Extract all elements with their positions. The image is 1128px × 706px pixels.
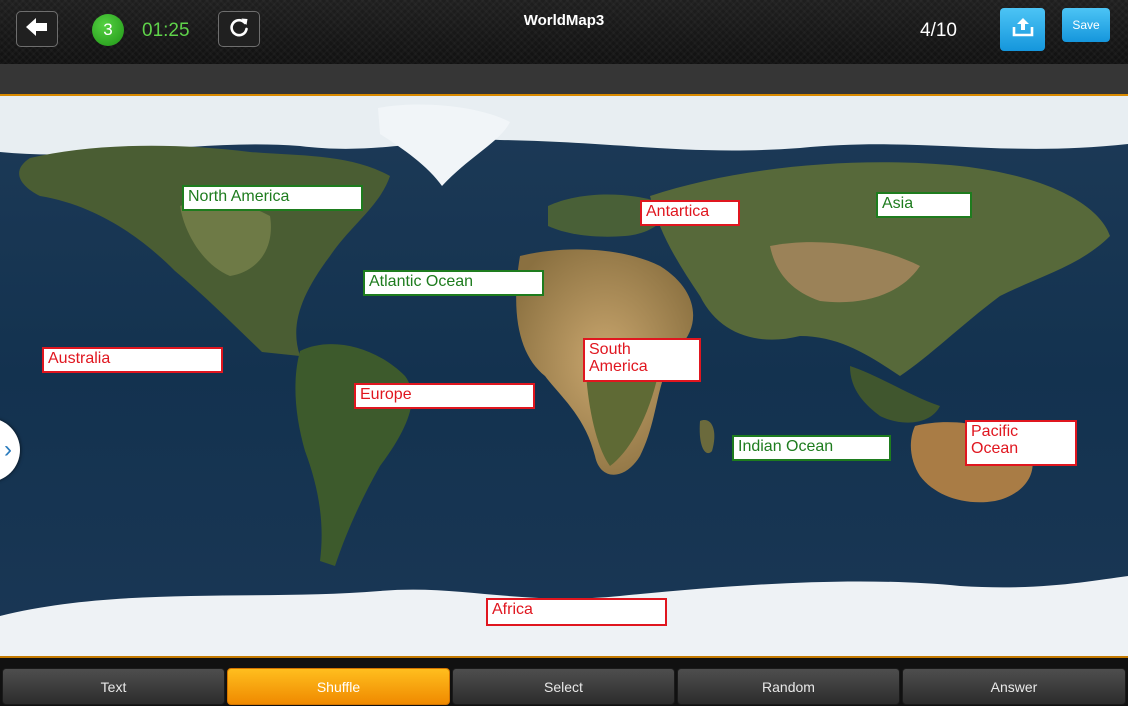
map-label-africa[interactable]: Africa [486, 598, 667, 626]
random-button[interactable]: Random [677, 668, 900, 705]
reload-button[interactable] [218, 11, 260, 47]
back-button[interactable] [16, 11, 58, 47]
map-label-south-america[interactable]: South America [583, 338, 701, 382]
text-button[interactable]: Text [2, 668, 225, 705]
select-button[interactable]: Select [452, 668, 675, 705]
save-button[interactable]: Save [1062, 8, 1110, 42]
map-label-antartica[interactable]: Antartica [640, 200, 740, 226]
map-label-europe[interactable]: Europe [354, 383, 535, 409]
map-label-indian-ocean[interactable]: Indian Ocean [732, 435, 891, 461]
level-badge: 3 [92, 14, 124, 46]
map-label-atlantic-ocean[interactable]: Atlantic Ocean [363, 270, 544, 296]
sub-bar [0, 64, 1128, 96]
progress-counter: 4/10 [920, 20, 957, 41]
shuffle-button[interactable]: Shuffle [227, 668, 450, 705]
map-label-australia[interactable]: Australia [42, 347, 223, 373]
answer-button[interactable]: Answer [902, 668, 1126, 705]
map-label-asia[interactable]: Asia [876, 192, 972, 218]
arrow-left-icon [25, 17, 49, 42]
top-bar: 3 01:25 WorldMap3 4/10 Save [0, 0, 1128, 64]
upload-button[interactable] [1000, 8, 1045, 51]
world-map-image [0, 96, 1128, 656]
reload-icon [228, 16, 250, 43]
upload-icon [1012, 17, 1034, 42]
chevron-right-icon: › [4, 436, 12, 463]
bottom-toolbar: Text Shuffle Select Random Answer [0, 656, 1128, 706]
world-map: North America Antartica Asia Atlantic Oc… [0, 96, 1128, 656]
timer: 01:25 [142, 20, 190, 41]
map-label-pacific-ocean[interactable]: Pacific Ocean [965, 420, 1077, 466]
map-label-north-america[interactable]: North America [182, 185, 363, 211]
